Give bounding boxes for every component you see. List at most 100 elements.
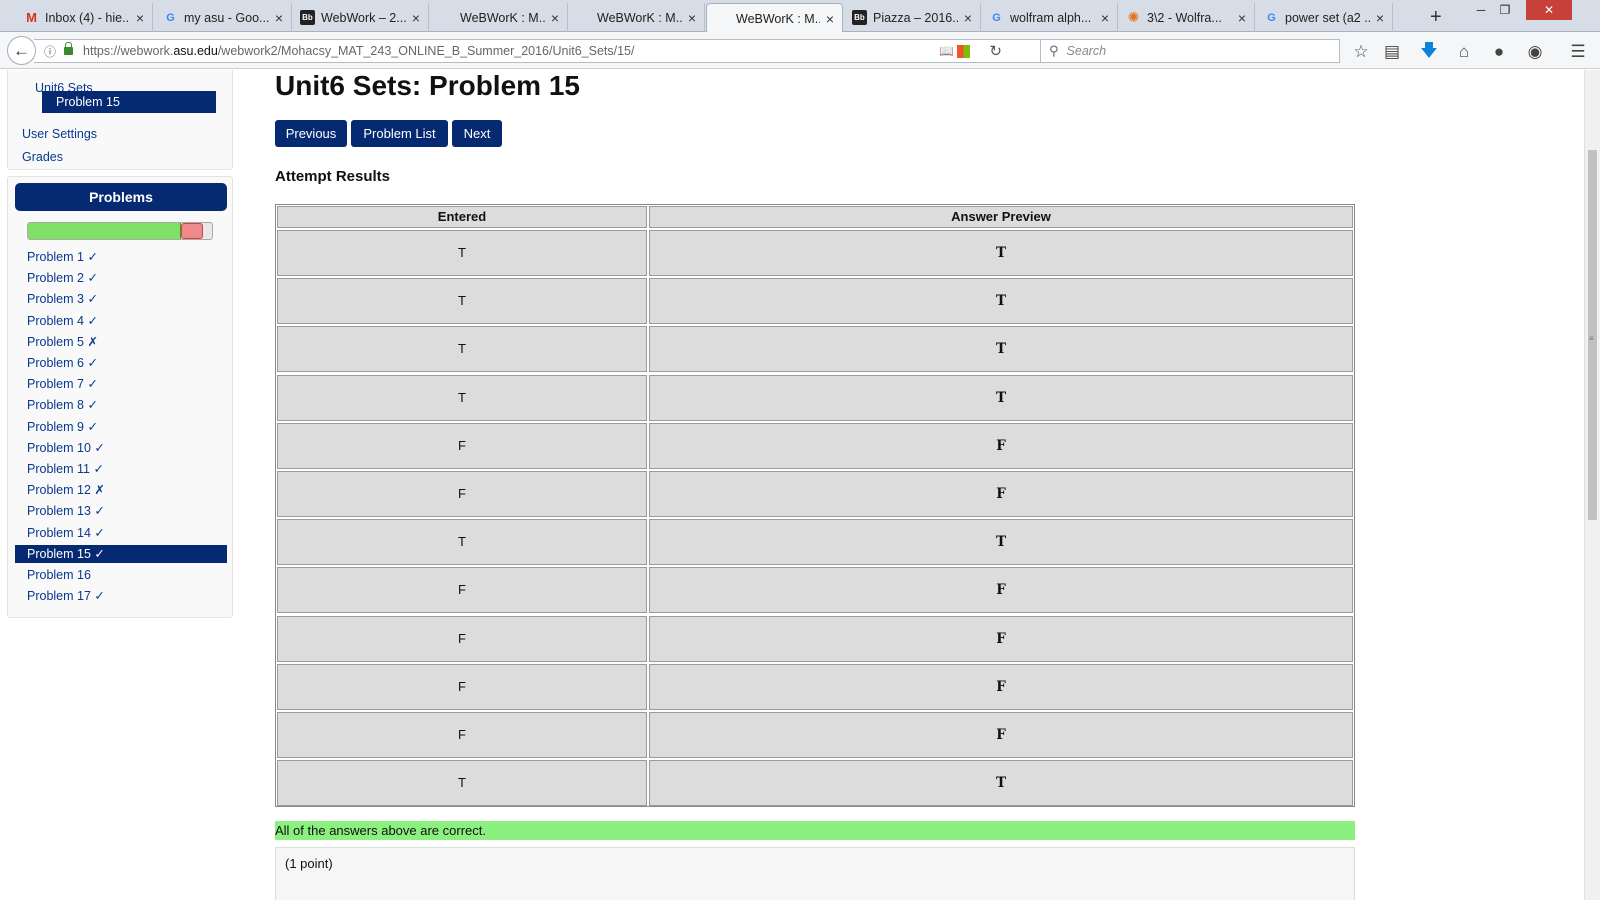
- browser-tab[interactable]: Bb WebWork – 2... ×: [292, 3, 429, 32]
- bookmark-star-icon[interactable]: ☆: [1350, 41, 1372, 63]
- tab-close-icon[interactable]: ×: [1376, 10, 1384, 26]
- reader-view-icon[interactable]: 📖: [939, 44, 954, 58]
- blank-page-icon: [576, 10, 591, 25]
- problem-list-item[interactable]: Problem 1 ✓: [15, 248, 227, 266]
- back-button[interactable]: ←: [7, 36, 36, 65]
- menu-icon[interactable]: ☰: [1567, 41, 1589, 63]
- sidebar-link-grades[interactable]: Grades: [22, 150, 63, 164]
- browser-tab[interactable]: Gpower set (a2 ... ×: [1256, 3, 1393, 32]
- next-button[interactable]: Next: [452, 120, 502, 147]
- entered-cell: T: [277, 326, 647, 373]
- tab-close-icon[interactable]: ×: [1238, 10, 1246, 26]
- window-close-button[interactable]: ✕: [1526, 0, 1572, 20]
- entered-cell: F: [277, 422, 647, 469]
- wolfram-icon: ✺: [1127, 9, 1140, 25]
- tab-close-icon[interactable]: ×: [688, 10, 696, 26]
- entered-cell: F: [277, 567, 647, 614]
- browser-tab[interactable]: WeBWorK : M... ×: [431, 3, 568, 32]
- entered-cell: T: [277, 519, 647, 566]
- problem-list-item[interactable]: Problem 14 ✓: [15, 524, 227, 542]
- answer-preview-cell: T: [649, 278, 1353, 325]
- problem-list-item[interactable]: Problem 16: [15, 566, 227, 584]
- browser-tab[interactable]: Bb Piazza – 2016... ×: [844, 3, 981, 32]
- answer-preview-cell: T: [649, 374, 1353, 421]
- vertical-scrollbar[interactable]: ≡: [1584, 70, 1600, 900]
- page-viewport: Unit6 Sets Problem 15 User Settings Grad…: [0, 70, 1584, 900]
- problem-list-item[interactable]: Problem 15 ✓: [15, 544, 227, 563]
- problem-list-item[interactable]: Problem 5 ✗: [15, 333, 227, 351]
- browser-tab[interactable]: Gmy asu - Goo... ×: [155, 3, 292, 32]
- attempt-results-heading: Attempt Results: [275, 168, 391, 185]
- problem-list-item[interactable]: Problem 6 ✓: [15, 354, 227, 372]
- entered-cell: F: [277, 471, 647, 517]
- tab-title: Inbox (4) - hie...: [45, 10, 130, 25]
- problem-list-button[interactable]: Problem List: [351, 120, 448, 147]
- previous-button[interactable]: Previous: [275, 120, 347, 147]
- site-info-icon[interactable]: ⓘ: [44, 43, 56, 60]
- search-input[interactable]: ⚲ Search: [1040, 39, 1340, 63]
- problem-list-item[interactable]: Problem 12 ✗: [15, 481, 227, 499]
- column-header-entered: Entered: [277, 206, 647, 228]
- browser-tab[interactable]: WeBWorK : M... ×: [706, 3, 843, 33]
- entered-cell: T: [277, 278, 647, 325]
- tab-close-icon[interactable]: ×: [964, 10, 972, 26]
- search-icon: ⚲: [1049, 43, 1059, 58]
- gmail-icon: M: [26, 10, 37, 25]
- problem-list-item[interactable]: Problem 2 ✓: [15, 269, 227, 287]
- answer-preview-cell: T: [649, 519, 1353, 566]
- answer-preview-cell: F: [649, 422, 1353, 469]
- tab-close-icon[interactable]: ×: [136, 10, 144, 26]
- attempt-results-table: Entered Answer Preview TTTTTTTTFFFFTTFFF…: [275, 204, 1355, 807]
- answer-preview-cell: T: [649, 326, 1353, 373]
- entered-cell: T: [277, 230, 647, 276]
- blank-page-icon: [715, 11, 730, 26]
- browser-tab[interactable]: Gwolfram alph... ×: [981, 3, 1118, 32]
- browser-tab[interactable]: M Inbox (4) - hie... ×: [16, 3, 153, 32]
- tab-title: WeBWorK : M...: [736, 11, 820, 26]
- progress-incorrect: [180, 223, 203, 239]
- google-icon: G: [1267, 11, 1276, 24]
- tab-close-icon[interactable]: ×: [826, 11, 834, 27]
- browser-tab[interactable]: ✺ 3\2 - Wolfra... ×: [1118, 3, 1255, 32]
- address-bar[interactable]: ⓘ https://webwork.asu.edu/webwork2/Mohac…: [34, 39, 1055, 63]
- problem-list-item[interactable]: Problem 10 ✓: [15, 439, 227, 457]
- problem-list-item[interactable]: Problem 7 ✓: [15, 375, 227, 393]
- url-text[interactable]: https://webwork.asu.edu/webwork2/Mohacsy…: [83, 44, 634, 58]
- google-icon: G: [992, 11, 1001, 24]
- reading-list-icon[interactable]: ▤: [1381, 41, 1403, 63]
- lock-icon: [64, 42, 74, 55]
- problem-list-item[interactable]: Problem 9 ✓: [15, 418, 227, 436]
- answer-preview-cell: T: [649, 760, 1353, 807]
- problem-list-item[interactable]: Problem 17 ✓: [15, 587, 227, 605]
- problem-list-item[interactable]: Problem 3 ✓: [15, 290, 227, 308]
- pocket-icon[interactable]: ◉: [1524, 41, 1546, 63]
- reload-icon[interactable]: ↻: [989, 42, 1002, 60]
- entered-cell: F: [277, 712, 647, 758]
- problems-header: Problems: [15, 183, 227, 211]
- home-icon[interactable]: ⌂: [1453, 41, 1475, 63]
- extension-icon[interactable]: [957, 45, 970, 58]
- new-tab-button[interactable]: +: [1430, 6, 1442, 29]
- blackboard-icon: Bb: [852, 10, 867, 25]
- page-title: Unit6 Sets: Problem 15: [275, 70, 580, 101]
- tab-close-icon[interactable]: ×: [412, 10, 420, 26]
- tab-close-icon[interactable]: ×: [551, 10, 559, 26]
- answer-preview-cell: F: [649, 471, 1353, 517]
- chat-icon[interactable]: ●: [1488, 41, 1510, 63]
- scrollbar-grip-icon: ≡: [1589, 334, 1594, 343]
- problem-list-item[interactable]: Problem 13 ✓: [15, 502, 227, 520]
- problem-list-item[interactable]: Problem 4 ✓: [15, 312, 227, 330]
- tab-close-icon[interactable]: ×: [1101, 10, 1109, 26]
- problem-list-item[interactable]: Problem 11 ✓: [15, 460, 227, 478]
- sidebar-link-problem-15[interactable]: Problem 15: [42, 91, 216, 113]
- points-label: (1 point): [285, 856, 333, 871]
- download-icon[interactable]: 🡇: [1418, 41, 1440, 63]
- problem-list-item[interactable]: Problem 8 ✓: [15, 396, 227, 414]
- sidebar-nav: Unit6 Sets Problem 15 User Settings Grad…: [7, 70, 233, 170]
- restore-button[interactable]: ❐: [1488, 0, 1522, 20]
- progress-correct: [28, 223, 181, 239]
- answer-preview-cell: F: [649, 712, 1353, 758]
- tab-close-icon[interactable]: ×: [275, 10, 283, 26]
- sidebar-link-user-settings[interactable]: User Settings: [22, 127, 97, 141]
- browser-tab[interactable]: WeBWorK : M... ×: [568, 3, 705, 32]
